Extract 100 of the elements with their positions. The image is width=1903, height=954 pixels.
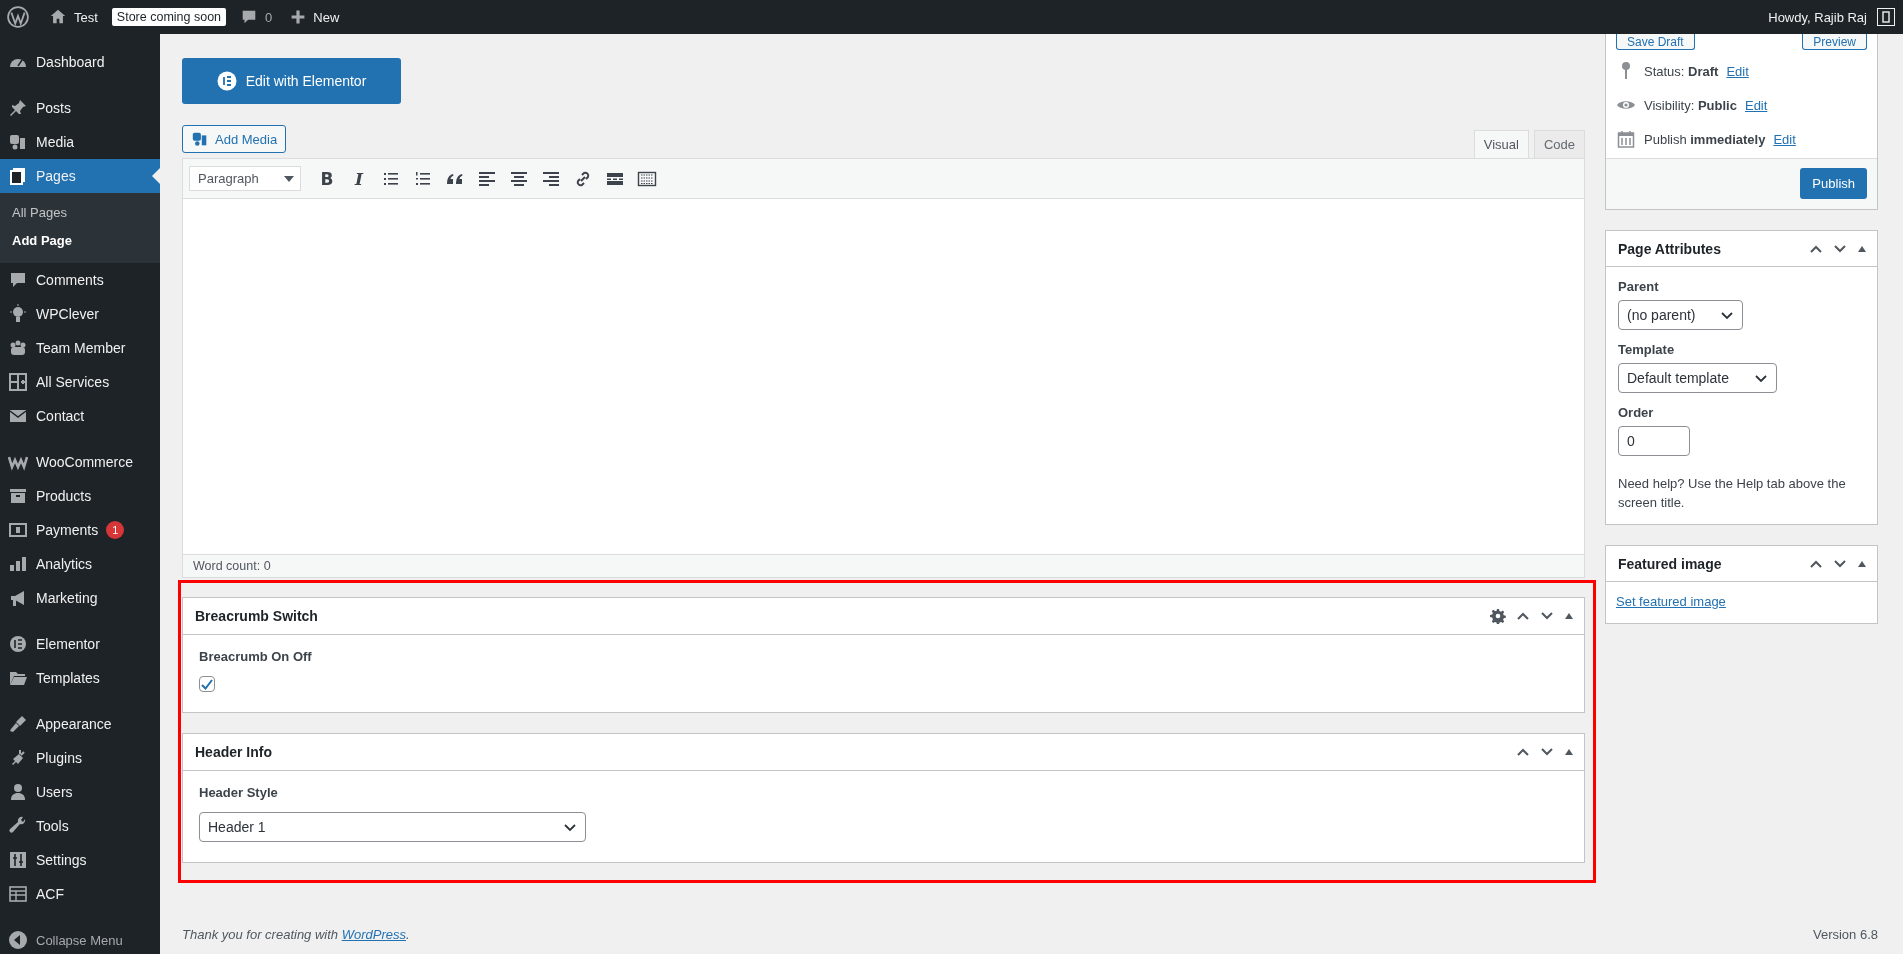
meta-box-title: Breacrumb Switch bbox=[195, 608, 318, 624]
add-media-button[interactable]: Add Media bbox=[182, 125, 287, 153]
menu-icon bbox=[8, 782, 28, 802]
field-label: Template bbox=[1618, 342, 1675, 357]
menu-icon bbox=[8, 304, 28, 324]
menu-icon bbox=[8, 132, 28, 152]
format-button[interactable]: B bbox=[317, 168, 337, 189]
sidebar-item[interactable]: Pages bbox=[0, 159, 160, 193]
menu-icon bbox=[8, 714, 28, 734]
collapse-triangle-icon[interactable] bbox=[1857, 559, 1867, 568]
box-title: Page Attributes bbox=[1618, 240, 1721, 257]
collapse-triangle-icon[interactable] bbox=[1564, 612, 1574, 620]
meta-box-title: Header Info bbox=[195, 744, 272, 760]
secondary-button[interactable]: Save Draft bbox=[1616, 34, 1695, 50]
submenu-item[interactable]: All Pages bbox=[0, 199, 160, 227]
collapse-icon bbox=[8, 930, 28, 950]
elementor-icon bbox=[216, 71, 237, 91]
sidebar-item[interactable]: Payments 1 bbox=[0, 513, 160, 547]
field-label: Breacrumb On Off bbox=[199, 649, 312, 664]
publish-setting: Status: Draft bbox=[1644, 63, 1719, 79]
publish-setting: Publish immediately bbox=[1644, 131, 1766, 147]
sidebar-item[interactable]: Marketing bbox=[0, 581, 160, 615]
publish-button[interactable]: Publish bbox=[1800, 168, 1867, 199]
sidebar-item[interactable]: Team Member bbox=[0, 331, 160, 365]
version-text: Version 6.8 bbox=[1812, 927, 1878, 942]
menu-icon bbox=[8, 338, 28, 358]
checkmark-icon bbox=[201, 678, 213, 690]
select-field[interactable]: Default template bbox=[1618, 363, 1777, 393]
greeting-link[interactable]: Howdy, Rajib Raj bbox=[1768, 9, 1867, 25]
checkbox[interactable] bbox=[199, 676, 215, 692]
sidebar-item[interactable]: Settings bbox=[0, 843, 160, 877]
sidebar-item[interactable]: WooCommerce bbox=[0, 445, 160, 479]
publish-setting: Visibility: Public bbox=[1644, 97, 1737, 113]
media-icon bbox=[191, 130, 209, 148]
format-select[interactable]: Paragraph bbox=[189, 166, 301, 191]
help-text: Need help? Use the Help tab above the screen title. bbox=[1618, 475, 1847, 512]
edit-link[interactable]: Edit bbox=[1773, 131, 1796, 147]
collapse-triangle-icon[interactable] bbox=[1564, 748, 1574, 756]
menu-icon bbox=[8, 520, 28, 540]
menu-icon bbox=[8, 816, 28, 836]
field-label: Order bbox=[1618, 405, 1654, 420]
menu-icon bbox=[8, 884, 28, 904]
sidebar-item[interactable]: Tools bbox=[0, 809, 160, 843]
edit-link[interactable]: Edit bbox=[1744, 97, 1768, 113]
footer-text: Thank you for creating with WordPress. bbox=[182, 927, 410, 942]
select-field[interactable]: Header 1 bbox=[199, 812, 586, 842]
store-status-badge[interactable]: Store coming soon bbox=[111, 8, 227, 26]
comments-link[interactable]: 0 bbox=[236, 8, 277, 26]
current-pointer-icon bbox=[152, 168, 160, 184]
field-label: Header Style bbox=[199, 785, 278, 800]
field-label: Parent bbox=[1618, 279, 1659, 294]
menu-icon bbox=[8, 486, 28, 506]
plus-icon bbox=[290, 9, 307, 25]
sidebar-item[interactable]: WPClever bbox=[0, 297, 160, 331]
settings-icon[interactable] bbox=[1490, 608, 1506, 624]
edit-link[interactable]: Edit bbox=[1726, 63, 1749, 79]
wordpress-link[interactable]: WordPress bbox=[341, 927, 406, 942]
sidebar-item[interactable]: Analytics bbox=[0, 547, 160, 581]
sidebar-item[interactable]: Posts bbox=[0, 91, 160, 125]
sidebar-item[interactable]: Users bbox=[0, 775, 160, 809]
sidebar-item[interactable]: Comments bbox=[0, 263, 160, 297]
menu-icon bbox=[8, 166, 28, 186]
collapse-menu-button[interactable]: Collapse Menu bbox=[0, 923, 160, 954]
sidebar-item[interactable]: Templates bbox=[0, 661, 160, 695]
sidebar-item[interactable]: Dashboard bbox=[0, 45, 160, 79]
word-count: Word count: 0 bbox=[193, 559, 271, 573]
menu-icon bbox=[8, 372, 28, 392]
sidebar-item[interactable]: Elementor bbox=[0, 627, 160, 661]
menu-icon bbox=[8, 98, 28, 118]
editor-tab[interactable]: Visual bbox=[1473, 130, 1529, 158]
home-icon bbox=[49, 8, 67, 26]
avatar-icon[interactable] bbox=[1877, 8, 1895, 26]
secondary-button[interactable]: Preview bbox=[1802, 34, 1867, 50]
new-link[interactable]: New bbox=[286, 9, 344, 25]
set-featured-image-link[interactable]: Set featured image bbox=[1616, 594, 1867, 609]
sidebar-item[interactable]: All Services bbox=[0, 365, 160, 399]
sidebar-item[interactable]: Products bbox=[0, 479, 160, 513]
menu-icon bbox=[8, 270, 28, 290]
eye-icon bbox=[1616, 98, 1636, 112]
site-name-link[interactable]: Test bbox=[45, 8, 102, 26]
sidebar-item[interactable]: Contact bbox=[0, 399, 160, 433]
calendar-icon bbox=[1617, 130, 1635, 148]
wordpress-logo-icon bbox=[7, 6, 29, 28]
count-badge: 1 bbox=[106, 521, 125, 539]
collapse-triangle-icon[interactable] bbox=[1857, 244, 1867, 253]
number-field[interactable]: 0 bbox=[1618, 426, 1690, 456]
submenu-item[interactable]: Add Page bbox=[0, 227, 160, 255]
select-field[interactable]: (no parent) bbox=[1618, 300, 1743, 330]
sidebar-item[interactable]: Media bbox=[0, 125, 160, 159]
menu-icon bbox=[8, 634, 28, 654]
pin-icon bbox=[1619, 61, 1633, 81]
menu-icon bbox=[8, 554, 28, 574]
sidebar-item[interactable]: Appearance bbox=[0, 707, 160, 741]
sidebar-item[interactable]: Plugins bbox=[0, 741, 160, 775]
dropdown-caret-icon bbox=[284, 175, 294, 182]
editor-tab[interactable]: Code bbox=[1533, 130, 1585, 158]
format-button[interactable]: I bbox=[349, 168, 369, 189]
menu-icon bbox=[8, 850, 28, 870]
sidebar-item[interactable]: ACF bbox=[0, 877, 160, 911]
edit-with-elementor-button[interactable]: Edit with Elementor bbox=[182, 58, 401, 104]
